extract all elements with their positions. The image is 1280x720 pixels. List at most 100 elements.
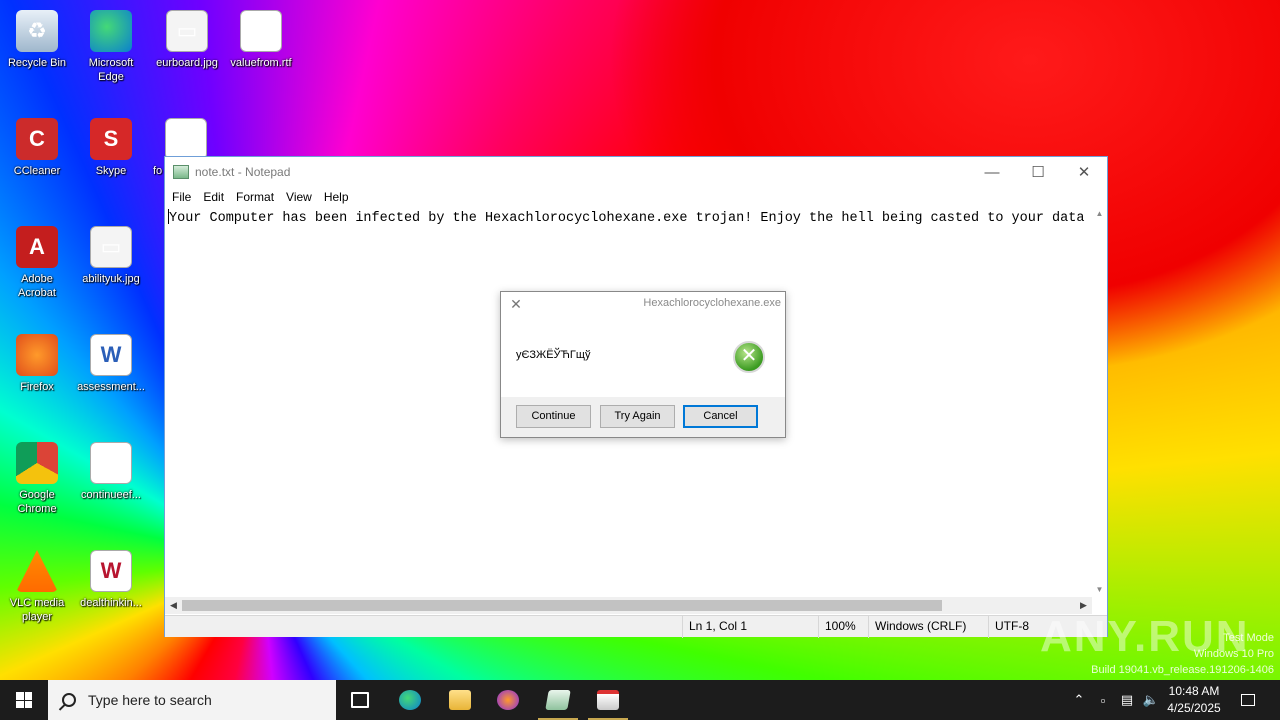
- clock-date: 4/25/2025: [1167, 701, 1221, 715]
- notifications-button[interactable]: [1234, 680, 1262, 720]
- desktop-icon-acrobat[interactable]: A Adobe Acrobat: [1, 220, 73, 300]
- task-view-button[interactable]: [336, 680, 384, 720]
- document-text: Your Computer has been infected by the H…: [169, 211, 1092, 226]
- watermark-build: Build 19041.vb_release.191206-1406: [1091, 664, 1274, 676]
- desktop-icon-label: eurboard.jpg: [156, 57, 218, 69]
- notepad-icon: [545, 690, 571, 710]
- image-file-icon: ▭: [90, 226, 132, 268]
- desktop-icon-label: VLC media player: [9, 597, 65, 623]
- close-icon[interactable]: ✕: [505, 294, 527, 314]
- word-doc-icon: W: [90, 334, 132, 376]
- status-position: Ln 1, Col 1: [682, 616, 817, 638]
- word-doc-icon: W: [240, 10, 282, 52]
- folder-icon: [449, 690, 471, 710]
- cancel-button[interactable]: Cancel: [683, 405, 758, 428]
- desktop-icon-continueef[interactable]: W continueef...: [75, 436, 147, 502]
- taskbar-notepad[interactable]: [534, 680, 582, 720]
- error-dialog[interactable]: ✕ Hexachlorocyclohexane.exe уЄЗЖЁЎЋГщў ✕…: [500, 291, 786, 438]
- word-doc-icon: W: [165, 118, 207, 160]
- desktop-icon-skype[interactable]: S Skype: [75, 112, 147, 178]
- desktop-icon-label: Google Chrome: [17, 489, 57, 515]
- network-icon[interactable]: ▫: [1092, 680, 1114, 720]
- word-doc-icon: W: [90, 550, 132, 592]
- desktop-icon-assessment[interactable]: W assessment...: [75, 328, 147, 394]
- desktop-icon-ccleaner[interactable]: C CCleaner: [1, 112, 73, 178]
- desktop-icon-label: valuefrom.rtf: [230, 57, 292, 69]
- desktop-icon-label: fo: [153, 165, 163, 177]
- display-icon[interactable]: ▤: [1116, 680, 1138, 720]
- notification-icon: [1241, 694, 1255, 706]
- desktop-icon-chrome[interactable]: Google Chrome: [1, 436, 73, 516]
- volume-icon[interactable]: 🔈: [1140, 680, 1162, 720]
- search-placeholder: Type here to search: [88, 692, 212, 708]
- window-title: note.txt - Notepad: [195, 165, 291, 179]
- dialog-body: уЄЗЖЁЎЋГщў ✕: [501, 316, 785, 397]
- taskbar-dialog-app[interactable]: [584, 680, 632, 720]
- taskbar-file-explorer[interactable]: [436, 680, 484, 720]
- dialog-title: Hexachlorocyclohexane.exe: [643, 297, 781, 309]
- desktop-icon-firefox[interactable]: Firefox: [1, 328, 73, 394]
- menu-file[interactable]: File: [168, 190, 199, 204]
- desktop-icon-edge[interactable]: Microsoft Edge: [75, 4, 147, 84]
- start-button[interactable]: [0, 680, 48, 720]
- desktop-icon-label: CCleaner: [13, 165, 61, 177]
- desktop-icon-label: assessment...: [77, 381, 145, 393]
- desktop-icon-vlc[interactable]: VLC media player: [1, 544, 73, 624]
- desktop-icon-label: continueef...: [81, 489, 141, 501]
- scroll-left-icon[interactable]: ◀: [165, 597, 182, 614]
- taskbar-firefox[interactable]: [484, 680, 532, 720]
- minimize-button[interactable]: —: [969, 157, 1015, 187]
- menu-bar: File Edit Format View Help: [165, 187, 1107, 207]
- close-button[interactable]: ✕: [1061, 157, 1107, 187]
- vertical-scrollbar[interactable]: ▲ ▼: [1092, 207, 1107, 597]
- watermark-mode: Test Mode: [1223, 632, 1274, 644]
- horizontal-scroll-thumb[interactable]: [182, 600, 942, 611]
- firefox-icon: [497, 690, 519, 710]
- edge-icon: [399, 690, 421, 710]
- desktop-icon-eurboard[interactable]: ▭ eurboard.jpg: [151, 4, 223, 70]
- system-clock[interactable]: 10:48 AM 4/25/2025: [1160, 683, 1228, 717]
- edge-icon: [90, 10, 132, 52]
- task-view-icon: [351, 692, 369, 708]
- desktop-icon-label: Skype: [95, 165, 127, 177]
- vlc-icon: [16, 550, 58, 592]
- menu-view[interactable]: View: [282, 190, 320, 204]
- try-again-button[interactable]: Try Again: [600, 405, 675, 428]
- status-bar: Ln 1, Col 1 100% Windows (CRLF) UTF-8: [165, 615, 1107, 638]
- notepad-icon: [173, 165, 189, 179]
- windows-watermark: Test Mode Windows 10 Pro Build 19041.vb_…: [1091, 630, 1274, 678]
- show-hidden-icons-button[interactable]: ⌃: [1068, 680, 1090, 720]
- desktop-icon-valuefrom[interactable]: W valuefrom.rtf: [225, 4, 297, 70]
- menu-format[interactable]: Format: [232, 190, 282, 204]
- watermark-edition: Windows 10 Pro: [1193, 648, 1274, 660]
- notepad-titlebar[interactable]: note.txt - Notepad — ☐ ✕: [165, 157, 1107, 187]
- word-doc-icon: W: [90, 442, 132, 484]
- continue-button[interactable]: Continue: [516, 405, 591, 428]
- image-file-icon: ▭: [166, 10, 208, 52]
- taskbar-edge[interactable]: [386, 680, 434, 720]
- desktop-icon-label: Firefox: [20, 381, 54, 393]
- desktop-icon-label: Microsoft Edge: [88, 57, 134, 83]
- desktop-icon-label: abilityuk.jpg: [82, 273, 140, 285]
- clock-time: 10:48 AM: [1168, 684, 1220, 698]
- skype-icon: S: [90, 118, 132, 160]
- desktop-icon-recycle-bin[interactable]: ♻ Recycle Bin: [1, 4, 73, 70]
- menu-help[interactable]: Help: [320, 190, 357, 204]
- desktop-icon-label: Recycle Bin: [7, 57, 67, 69]
- desktop-icon-label: dealthinkin...: [80, 597, 142, 609]
- desktop-icon-abilityuk[interactable]: ▭ abilityuk.jpg: [75, 220, 147, 286]
- taskbar-search[interactable]: Type here to search: [48, 680, 336, 720]
- maximize-button[interactable]: ☐: [1015, 157, 1061, 187]
- scroll-up-icon[interactable]: ▲: [1092, 207, 1107, 221]
- desktop-icon-dealthinkin[interactable]: W dealthinkin...: [75, 544, 147, 610]
- error-x-icon: ✕: [733, 341, 765, 373]
- taskbar: Type here to search ⌃ ▫ ▤ 🔈 10:48 AM 4/2…: [0, 680, 1280, 720]
- scroll-down-icon[interactable]: ▼: [1092, 583, 1107, 597]
- windows-logo-icon: [16, 692, 32, 708]
- firefox-icon: [16, 334, 58, 376]
- horizontal-scrollbar[interactable]: ◀ ▶: [165, 597, 1092, 614]
- chrome-icon: [16, 442, 58, 484]
- menu-edit[interactable]: Edit: [199, 190, 232, 204]
- dialog-titlebar[interactable]: ✕ Hexachlorocyclohexane.exe: [501, 292, 785, 316]
- desktop-icon-label: Adobe Acrobat: [18, 273, 56, 299]
